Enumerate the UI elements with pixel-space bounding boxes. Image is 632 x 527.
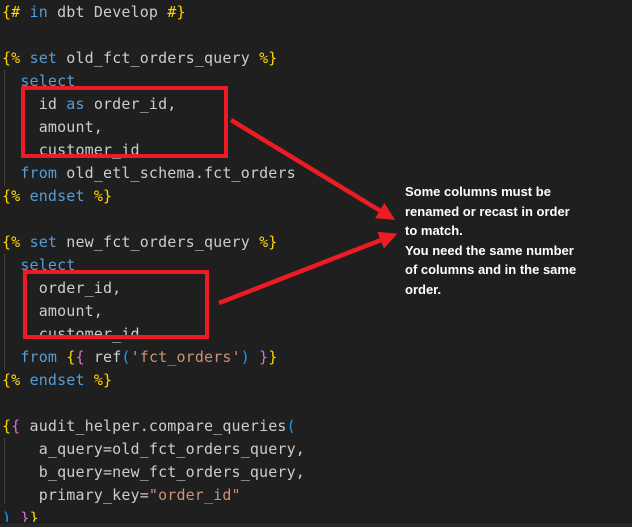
code-line[interactable]: from old_etl_schema.fct_orders — [2, 162, 305, 185]
code-token: from — [20, 164, 57, 182]
code-line[interactable]: primary_key="order_id" — [2, 484, 305, 507]
code-token: endset — [30, 371, 85, 389]
annotation-note-line: of columns and in the same — [405, 260, 605, 280]
code-token: #} — [167, 3, 185, 21]
code-token — [20, 49, 29, 67]
annotation-note-line: Some columns must be — [405, 182, 605, 202]
code-token: from — [20, 348, 57, 366]
code-token: in — [30, 3, 48, 21]
code-token: dbt Develop — [48, 3, 167, 21]
code-line[interactable]: a_query=old_fct_orders_query, — [2, 438, 305, 461]
annotation-note-line: renamed or recast in order — [405, 202, 605, 222]
code-token: a_query=old_fct_orders_query, — [2, 440, 305, 458]
code-token: ref — [85, 348, 122, 366]
code-token: set — [30, 49, 58, 67]
code-token — [85, 371, 94, 389]
code-token: "order_id" — [149, 486, 241, 504]
annotation-note-line: to match. — [405, 221, 605, 241]
code-line[interactable]: from {{ ref('fct_orders') }} — [2, 346, 305, 369]
code-token — [2, 348, 20, 366]
code-token: endset — [30, 187, 85, 205]
code-token: primary_key= — [2, 486, 149, 504]
code-token: %} — [94, 371, 112, 389]
annotation-box-old-columns — [21, 86, 228, 158]
code-token — [85, 187, 94, 205]
code-token — [20, 187, 29, 205]
code-line[interactable] — [2, 24, 305, 47]
code-token: %} — [94, 187, 112, 205]
code-line[interactable]: {% endset %} — [2, 185, 305, 208]
code-token: ( — [287, 417, 296, 435]
code-token — [2, 72, 20, 90]
annotation-note-line: order. — [405, 280, 605, 300]
code-token: set — [30, 233, 58, 251]
code-token: { — [2, 417, 11, 435]
code-token: ) — [241, 348, 250, 366]
code-editor-area[interactable]: {# in dbt Develop #} {% set old_fct_orde… — [2, 1, 305, 527]
code-token: new_fct_orders_query — [57, 233, 259, 251]
code-token: audit_helper.compare_queries — [20, 417, 286, 435]
code-line[interactable] — [2, 392, 305, 415]
code-token: {% — [2, 187, 20, 205]
annotation-note: Some columns must berenamed or recast in… — [405, 182, 605, 299]
code-token: { — [11, 417, 20, 435]
code-token — [250, 348, 259, 366]
code-token: %} — [259, 49, 277, 67]
code-token: {% — [2, 49, 20, 67]
annotation-note-line: You need the same number — [405, 241, 605, 261]
code-token: {% — [2, 233, 20, 251]
code-line[interactable]: b_query=new_fct_orders_query, — [2, 461, 305, 484]
code-line[interactable]: {% set old_fct_orders_query %} — [2, 47, 305, 70]
code-line[interactable]: {% endset %} — [2, 369, 305, 392]
code-token: ( — [121, 348, 130, 366]
code-token: 'fct_orders' — [131, 348, 241, 366]
code-line[interactable] — [2, 208, 305, 231]
code-token: {% — [2, 371, 20, 389]
code-token — [20, 371, 29, 389]
code-token: old_etl_schema.fct_orders — [57, 164, 296, 182]
code-token: } — [259, 348, 268, 366]
code-editor-window: {# in dbt Develop #} {% set old_fct_orde… — [0, 0, 632, 527]
code-line[interactable]: {{ audit_helper.compare_queries( — [2, 415, 305, 438]
code-line[interactable]: {# in dbt Develop #} — [2, 1, 305, 24]
code-token: old_fct_orders_query — [57, 49, 259, 67]
code-token — [57, 348, 66, 366]
code-token: } — [268, 348, 277, 366]
code-token: { — [75, 348, 84, 366]
code-token — [2, 256, 20, 274]
code-token — [20, 3, 29, 21]
annotation-box-new-columns — [23, 270, 209, 339]
code-line[interactable]: {% set new_fct_orders_query %} — [2, 231, 305, 254]
code-token — [2, 164, 20, 182]
code-token: %} — [259, 233, 277, 251]
code-token — [20, 233, 29, 251]
code-token: {# — [2, 3, 20, 21]
window-bottom-edge — [0, 522, 632, 527]
code-token: b_query=new_fct_orders_query, — [2, 463, 305, 481]
